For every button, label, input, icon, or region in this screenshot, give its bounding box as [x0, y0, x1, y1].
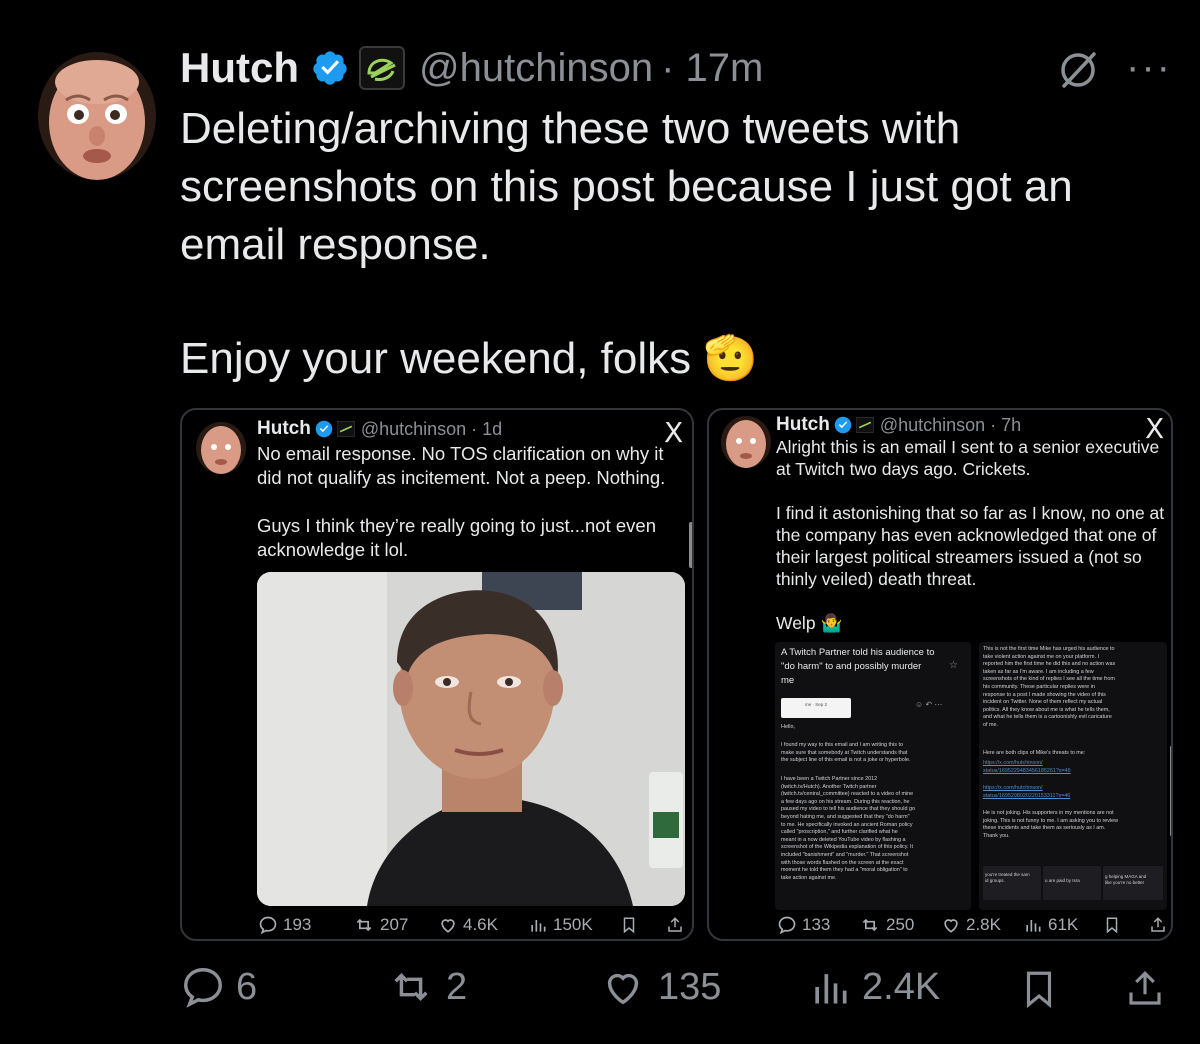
reply-thumbnail-text: you're treated the sam id groups. [985, 872, 1030, 883]
embed-header: Hutch @hutchinson · 7h [776, 414, 1021, 436]
embed-avatar [721, 416, 771, 468]
reply-icon [184, 968, 222, 1008]
reply-icon [259, 916, 277, 935]
email-link: https://x.com/hutchinson/ status/1695229… [983, 760, 1071, 774]
verified-badge-icon [834, 416, 852, 434]
embed-text: Alright this is an email I sent to a sen… [776, 436, 1171, 634]
repost-button[interactable]: 250 [859, 915, 914, 935]
bookmark-icon[interactable] [1018, 966, 1060, 1012]
repost-icon [394, 973, 428, 1001]
embed-text-body: Alright this is an email I sent to a sen… [776, 437, 1165, 633]
embed-author-name: Hutch [257, 418, 311, 439]
reply-icon [778, 916, 796, 935]
share-icon[interactable] [666, 915, 684, 935]
reply-count: 133 [802, 915, 831, 934]
bookmark-icon[interactable] [620, 915, 638, 935]
reply-button[interactable]: 6 [180, 964, 257, 1010]
like-count: 4.6K [463, 915, 498, 934]
email-paragraph: Here are both clips of Mike's threats to… [983, 750, 1086, 756]
repost-count: 2 [446, 965, 468, 1008]
share-icon[interactable] [1149, 915, 1167, 935]
reply-count: 6 [236, 965, 258, 1008]
views-icon [531, 920, 546, 932]
views-button[interactable]: 61K [1023, 915, 1078, 935]
heart-icon [441, 919, 455, 933]
email-paragraph: I have been a Twitch Partner since 2012 … [781, 776, 915, 881]
views-button[interactable]: 2.4K [808, 964, 940, 1010]
reply-thumbnail: you're treated the sam id groups. [983, 866, 1041, 900]
embed-avatar [196, 422, 246, 474]
like-button[interactable]: 2.8K [941, 915, 1001, 935]
heart-icon [944, 919, 958, 933]
tweet-action-bar: 6 2 135 2.4K [180, 964, 1170, 1020]
share-icon[interactable] [1124, 966, 1166, 1012]
email-actions-icon: ☺ ↶ ⋯ [915, 700, 943, 709]
email-meta: me · Sep 2 [805, 702, 828, 707]
email-screenshot-right: This is not the first time Mike has urge… [979, 642, 1167, 910]
tweet-body: Deleting/archiving these two tweets with… [180, 100, 1140, 383]
star-icon: ☆ [949, 660, 958, 671]
repost-button[interactable]: 2 [386, 964, 467, 1010]
email-paragraph: He is not joking. His supporters in my m… [983, 810, 1119, 839]
reply-thumbnail-text: g helping MAGA and like you're no better [1105, 874, 1147, 885]
email-paragraph: This is not the first time Mike has urge… [983, 646, 1116, 728]
embedded-screenshot-1[interactable]: Hutch @hutchinson · 1d X No email respon… [180, 408, 694, 941]
like-button[interactable]: 135 [598, 964, 721, 1010]
optic-affiliate-icon [336, 421, 355, 437]
salute-emoji: 🫡 [703, 334, 759, 383]
tweet-header: Hutch @hutchinson · 17m [180, 42, 763, 94]
email-greeting: Hello, [781, 724, 796, 730]
like-count: 2.8K [966, 915, 1001, 934]
author-avatar[interactable] [38, 52, 156, 180]
sender-redaction [781, 698, 851, 718]
more-icon[interactable]: ··· [1126, 47, 1172, 87]
like-count: 135 [658, 965, 722, 1008]
tweet-text-line: Enjoy your weekend, folks [180, 334, 692, 383]
reply-thumbnail: u are paid by Isra [1043, 866, 1101, 900]
repost-icon [356, 918, 372, 932]
repost-button[interactable]: 207 [353, 915, 408, 935]
reply-count: 193 [283, 915, 312, 934]
views-icon [815, 974, 847, 1004]
views-count: 61K [1048, 915, 1079, 934]
reply-thumbnail: g helping MAGA and like you're no better [1103, 866, 1163, 900]
repost-count: 250 [886, 915, 915, 934]
heart-icon [607, 973, 639, 1005]
shrug-emoji: 🤷‍♂️ [820, 613, 843, 633]
scrollbar [689, 522, 692, 568]
views-count: 150K [553, 915, 593, 934]
verified-badge-icon [313, 51, 347, 85]
reply-thumbnail-text: u are paid by Isra [1045, 878, 1080, 883]
scrollbar [1170, 746, 1171, 836]
views-icon [1026, 920, 1041, 932]
views-button[interactable]: 150K [528, 915, 593, 935]
email-paragraph: I found my way to this email and I am wr… [781, 742, 911, 764]
grok-icon[interactable] [1056, 48, 1100, 92]
embed-text: No email response. No TOS clarification … [257, 443, 666, 560]
like-button[interactable]: 4.6K [438, 915, 498, 935]
email-link: https://x.com/hutchinson/ status/1695298… [983, 785, 1071, 799]
embed-photo [257, 572, 685, 906]
verified-badge-icon [315, 420, 333, 438]
repost-icon [862, 918, 878, 932]
embed-handle: @hutchinson · 1d [360, 418, 503, 439]
embed-handle: @hutchinson · 7h [879, 414, 1022, 435]
embedded-screenshot-2[interactable]: Hutch @hutchinson · 7h X Alright this is… [707, 408, 1173, 941]
repost-count: 207 [380, 915, 409, 934]
author-name[interactable]: Hutch [180, 44, 299, 92]
embed-header: Hutch @hutchinson · 1d [257, 418, 502, 440]
embed-author-name: Hutch [776, 414, 830, 435]
bookmark-icon[interactable] [1103, 915, 1121, 935]
optic-affiliate-icon[interactable] [359, 46, 405, 90]
author-handle[interactable]: @hutchinson [419, 46, 653, 91]
tweet-text-paragraph-1: Deleting/archiving these two tweets with… [180, 104, 1073, 269]
optic-affiliate-icon [855, 417, 874, 433]
tweet-text-paragraph-2: Enjoy your weekend, folks 🫡 [180, 330, 758, 388]
reply-button[interactable]: 193 [258, 915, 311, 935]
email-subject: A Twitch Partner told his audience to "d… [781, 647, 935, 686]
email-screenshot-left: A Twitch Partner told his audience to "d… [775, 642, 971, 910]
views-count: 2.4K [862, 965, 941, 1008]
timestamp[interactable]: · 17m [661, 46, 763, 91]
reply-button[interactable]: 133 [777, 915, 830, 935]
